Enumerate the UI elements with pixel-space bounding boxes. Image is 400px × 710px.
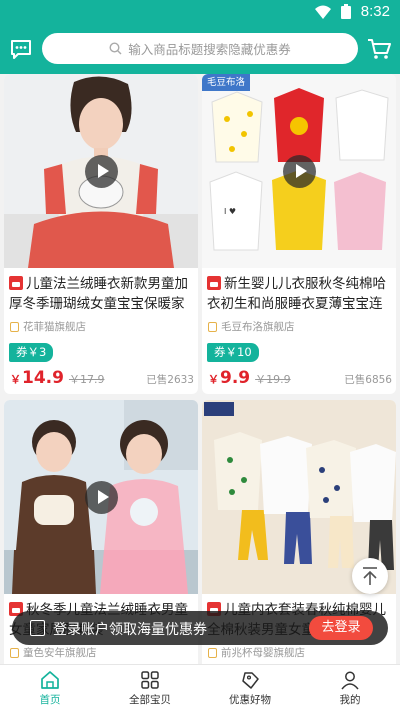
login-banner: 登录账户领取海量优惠券 去登录 — [12, 611, 388, 645]
product-card[interactable]: 儿童法兰绒睡衣新款男童加厚冬季珊瑚绒女童宝宝保暖家居服 花菲猫旗舰店 券￥3 ￥… — [4, 74, 198, 394]
nav-label: 优惠好物 — [229, 694, 271, 706]
shop-name: 毛豆布洛旗舰店 — [221, 321, 295, 333]
tag-icon — [242, 672, 259, 689]
shop-row: 童色安年旗舰店 — [10, 645, 97, 660]
nav-item-all-products[interactable]: 全部宝贝 — [100, 665, 200, 710]
product-image[interactable] — [4, 400, 198, 594]
status-icons: 8:32 — [314, 3, 390, 20]
tmall-icon — [207, 276, 221, 290]
user-icon — [341, 671, 359, 690]
tmall-icon — [9, 276, 23, 290]
bottom-nav: 首页 全部宝贝 优惠好物 我的 — [0, 664, 400, 710]
battery-icon — [340, 4, 351, 19]
status-bar: 8:32 — [0, 0, 400, 24]
video-play-button[interactable] — [85, 155, 118, 188]
shop-row: 花菲猫旗舰店 — [10, 319, 86, 334]
product-image[interactable]: I ♥ 毛豆布洛 — [202, 74, 396, 268]
message-icon — [11, 40, 31, 59]
coupon-icon — [30, 620, 45, 636]
product-card[interactable]: I ♥ 毛豆布洛 新生婴儿儿衣服秋冬纯棉哈衣初生和尚服睡衣夏薄宝宝连体衣 毛豆布… — [202, 74, 396, 394]
coupon-badge[interactable]: 券￥3 — [9, 343, 54, 362]
shop-icon — [208, 321, 217, 332]
nav-item-profile[interactable]: 我的 — [300, 665, 400, 710]
original-price: ￥19.9 — [255, 373, 291, 386]
shop-name: 花菲猫旗舰店 — [23, 321, 86, 333]
video-play-button[interactable] — [283, 155, 316, 188]
search-input[interactable]: 输入商品标题搜索隐藏优惠券 — [42, 33, 358, 64]
svg-text:I ♥: I ♥ — [224, 207, 236, 216]
original-price: ￥17.9 — [68, 373, 105, 386]
video-play-button[interactable] — [85, 481, 118, 514]
home-icon — [41, 671, 59, 689]
price-row: ￥ 9.9 ￥19.9 已售6856 — [208, 368, 392, 388]
shop-icon — [10, 321, 19, 332]
shop-icon — [10, 647, 19, 658]
arrow-up-icon — [363, 567, 377, 585]
nav-label: 首页 — [39, 694, 61, 706]
sold-count: 已售2633 — [146, 374, 194, 386]
coupon-badge[interactable]: 券￥10 — [207, 343, 259, 362]
shop-icon — [208, 647, 217, 658]
nav-label: 我的 — [339, 694, 361, 706]
login-button[interactable]: 去登录 — [309, 616, 373, 640]
wifi-icon — [314, 5, 331, 19]
status-time: 8:32 — [360, 3, 390, 20]
login-banner-text: 登录账户领取海量优惠券 — [53, 622, 207, 638]
product-title: 儿童法兰绒睡衣新款男童加厚冬季珊瑚绒女童宝宝保暖家居服 — [9, 276, 188, 312]
price-row: ￥ 14.9 ￥17.9 已售2633 — [10, 368, 194, 388]
price-currency: ￥ — [208, 373, 219, 386]
cart-button[interactable] — [366, 36, 392, 62]
cart-icon — [368, 39, 391, 59]
shop-name: 童色安年旗舰店 — [23, 647, 97, 659]
back-to-top-button[interactable] — [352, 558, 388, 594]
search-icon — [109, 42, 122, 55]
shop-name: 前兆杯母婴旗舰店 — [221, 647, 305, 659]
shop-row: 毛豆布洛旗舰店 — [208, 319, 295, 334]
price: 9.9 — [220, 368, 251, 388]
product-image[interactable] — [4, 74, 198, 268]
search-placeholder: 输入商品标题搜索隐藏优惠券 — [128, 42, 291, 57]
app-header: 输入商品标题搜索隐藏优惠券 — [0, 24, 400, 74]
message-button[interactable] — [9, 37, 33, 61]
price: 14.9 — [22, 368, 64, 388]
shop-row: 前兆杯母婴旗舰店 — [208, 645, 305, 660]
grid-icon — [141, 671, 159, 689]
nav-item-home[interactable]: 首页 — [0, 665, 100, 710]
product-grid: 儿童法兰绒睡衣新款男童加厚冬季珊瑚绒女童宝宝保暖家居服 花菲猫旗舰店 券￥3 ￥… — [0, 74, 400, 664]
nav-item-deals[interactable]: 优惠好物 — [200, 665, 300, 710]
nav-label: 全部宝贝 — [129, 694, 171, 706]
product-title: 新生婴儿儿衣服秋冬纯棉哈衣初生和尚服睡衣夏薄宝宝连体衣 — [207, 276, 386, 312]
sold-count: 已售6856 — [344, 374, 392, 386]
shop-tag: 毛豆布洛 — [202, 74, 251, 91]
price-currency: ￥ — [10, 373, 21, 386]
